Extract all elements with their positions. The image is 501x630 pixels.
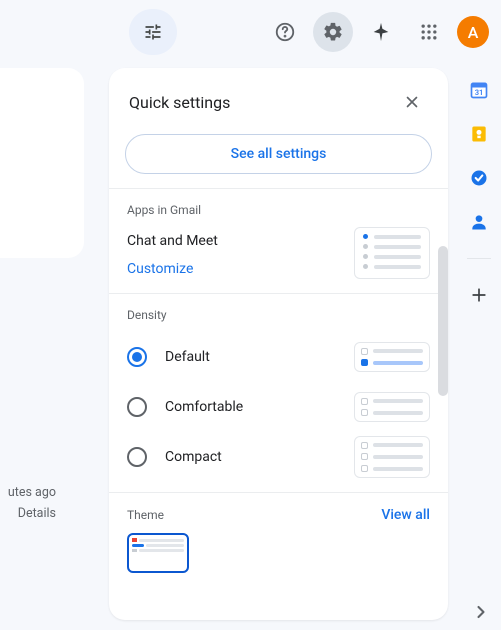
calendar-app[interactable]: 31: [469, 80, 489, 100]
inbox-background: [0, 68, 84, 258]
calendar-icon: 31: [469, 80, 489, 100]
density-comfortable-label: Comfortable: [165, 399, 243, 415]
filter-pill[interactable]: [129, 9, 177, 55]
density-default-label: Default: [165, 349, 210, 365]
contacts-app[interactable]: [469, 212, 489, 232]
theme-option-default[interactable]: [127, 533, 189, 573]
apps-grid-icon: [419, 22, 439, 42]
add-app-button[interactable]: [469, 285, 489, 305]
side-panel-separator: [467, 258, 491, 259]
density-compact-label: Compact: [165, 449, 222, 465]
density-section: Density Default Comfortable: [109, 293, 448, 492]
see-all-settings-button[interactable]: See all settings: [125, 134, 432, 174]
keep-app[interactable]: [469, 124, 489, 144]
svg-text:31: 31: [475, 88, 484, 97]
panel-scrollbar[interactable]: [438, 246, 448, 396]
quick-settings-panel: Quick settings See all settings Apps in …: [109, 68, 448, 620]
density-comfortable-preview: [354, 392, 430, 422]
density-comfortable-option[interactable]: Comfortable: [127, 397, 243, 417]
tasks-icon: [469, 168, 489, 188]
help-button[interactable]: [265, 12, 305, 52]
density-compact-preview: [354, 436, 430, 478]
apps-section: Apps in Gmail Chat and Meet Customize: [109, 188, 448, 293]
radio-selected-icon: [127, 347, 147, 367]
theme-view-all-link[interactable]: View all: [381, 507, 430, 523]
gemini-button[interactable]: [361, 12, 401, 52]
radio-unselected-icon: [127, 397, 147, 417]
side-panel: 31: [457, 72, 501, 305]
radio-unselected-icon: [127, 447, 147, 467]
apps-section-title: Apps in Gmail: [127, 203, 430, 217]
time-ago-text: utes ago: [0, 482, 56, 503]
keep-icon: [469, 124, 489, 144]
chat-and-meet-label: Chat and Meet: [127, 227, 218, 255]
tune-icon: [143, 22, 163, 42]
density-section-title: Density: [127, 308, 430, 322]
panel-title: Quick settings: [129, 93, 230, 112]
account-avatar[interactable]: A: [457, 16, 489, 48]
contacts-icon: [469, 212, 489, 232]
help-icon: [274, 21, 296, 43]
inbox-meta: utes ago Details: [0, 482, 56, 525]
chevron-right-icon: [471, 602, 491, 622]
close-icon: [403, 93, 421, 111]
theme-section-title: Theme: [127, 508, 164, 522]
collapse-side-panel-button[interactable]: [471, 602, 491, 622]
theme-section: Theme View all: [109, 492, 448, 583]
sparkle-icon: [370, 21, 392, 43]
customize-link[interactable]: Customize: [127, 255, 218, 283]
gear-icon: [322, 21, 344, 43]
settings-button[interactable]: [313, 12, 353, 52]
apps-preview: [354, 227, 430, 279]
details-link[interactable]: Details: [0, 503, 56, 524]
density-default-option[interactable]: Default: [127, 347, 210, 367]
close-button[interactable]: [396, 86, 428, 118]
apps-button[interactable]: [409, 12, 449, 52]
tasks-app[interactable]: [469, 168, 489, 188]
plus-icon: [469, 285, 489, 305]
density-compact-option[interactable]: Compact: [127, 447, 222, 467]
density-default-preview: [354, 342, 430, 372]
